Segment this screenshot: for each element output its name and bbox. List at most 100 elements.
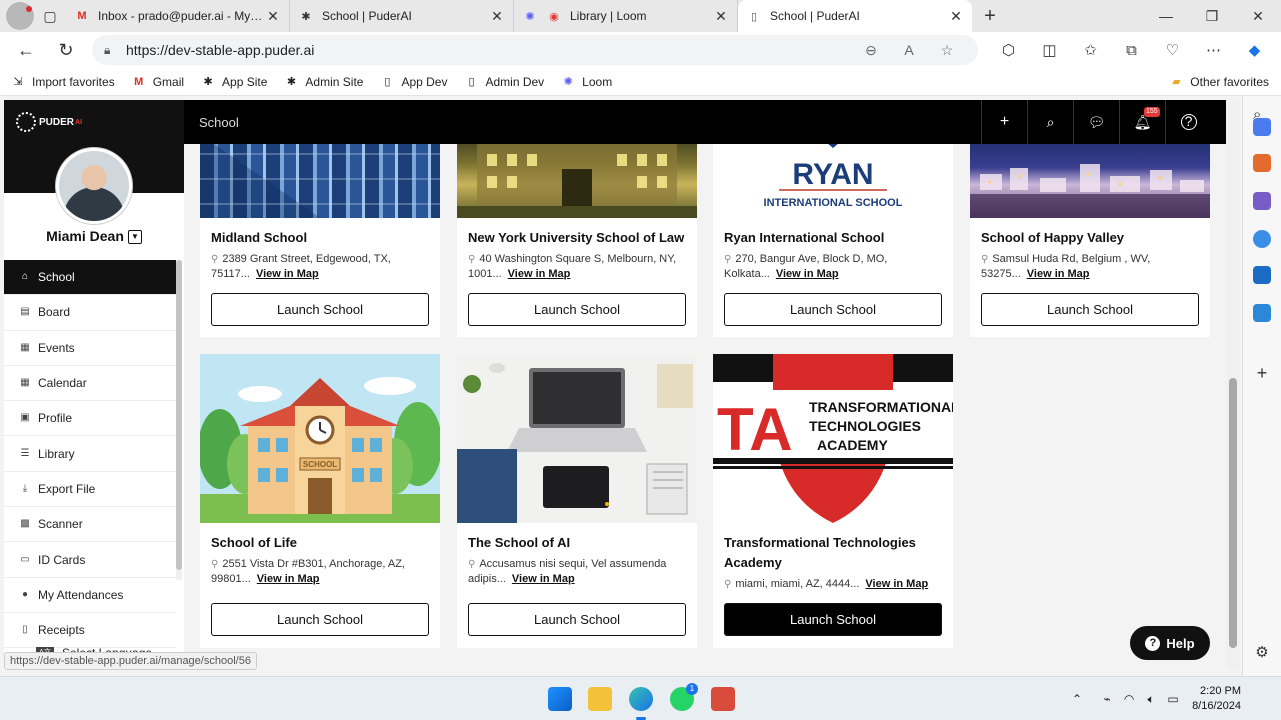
search-button[interactable]: ⌕ bbox=[1027, 100, 1073, 144]
settings-icon[interactable]: ⚙ bbox=[1253, 644, 1271, 662]
snipping-tool-icon[interactable] bbox=[711, 687, 735, 711]
sidebar-scrollbar[interactable] bbox=[176, 260, 182, 580]
url-field[interactable]: 🔒︎ https://dev-stable-app.puder.ai ⊖ A ☆ bbox=[92, 35, 978, 65]
view-in-map-link[interactable]: View in Map bbox=[512, 573, 575, 585]
messages-button[interactable]: 💬︎ bbox=[1073, 100, 1119, 144]
sidebar-item-receipts[interactable]: ▯ Receipts bbox=[4, 613, 176, 649]
launch-school-button[interactable]: Launch School bbox=[724, 293, 942, 326]
favorite-star-icon[interactable]: ☆ bbox=[928, 42, 966, 59]
school-image bbox=[200, 144, 440, 218]
sidebar-item-calendar[interactable]: ▦ Calendar bbox=[4, 366, 176, 402]
copilot-icon[interactable]: ◆ bbox=[1234, 41, 1275, 59]
events-icon: ▦ bbox=[20, 341, 30, 353]
view-in-map-link[interactable]: View in Map bbox=[508, 268, 571, 280]
notifications-button[interactable]: 🔔︎ 155 bbox=[1119, 100, 1165, 144]
floating-help-button[interactable]: ? Help bbox=[1130, 626, 1210, 660]
sidebar-item-id-cards[interactable]: ▭ ID Cards bbox=[4, 542, 176, 578]
network-icon[interactable]: ⌁ bbox=[1096, 692, 1118, 706]
sidebar-item-profile[interactable]: ▣ Profile bbox=[4, 401, 176, 437]
view-in-map-link[interactable]: View in Map bbox=[865, 578, 928, 590]
tab-actions-icon[interactable]: ▢ bbox=[34, 2, 66, 30]
sidebar-scrollbar-thumb[interactable] bbox=[176, 260, 182, 570]
user-name[interactable]: Miami Dean ▼ bbox=[4, 228, 184, 245]
sidebar-item-export-file[interactable]: ⤓ Export File bbox=[4, 472, 176, 508]
close-icon[interactable]: ✕ bbox=[265, 8, 281, 25]
sidebar-item-scanner[interactable]: ▩ Scanner bbox=[4, 507, 176, 543]
launch-school-button[interactable]: Launch School bbox=[468, 293, 686, 326]
header-spacer bbox=[1211, 100, 1226, 144]
sidebar-item-library[interactable]: ☰ Library bbox=[4, 436, 176, 472]
bookmark-gmail[interactable]: M Gmail bbox=[131, 74, 184, 90]
launch-school-button[interactable]: Launch School bbox=[211, 603, 429, 636]
tab-gmail[interactable]: M Inbox - prado@puder.ai - My Life ✕ bbox=[66, 0, 290, 32]
battery-icon[interactable]: ▭ bbox=[1162, 692, 1184, 706]
more-menu-icon[interactable]: ⋯ bbox=[1193, 41, 1234, 59]
new-tab-button[interactable]: + bbox=[972, 5, 1008, 28]
launch-school-button[interactable]: Launch School bbox=[468, 603, 686, 636]
village-night-photo bbox=[970, 164, 1210, 218]
clock[interactable]: 2:20 PM 8/16/2024 bbox=[1192, 684, 1241, 714]
back-icon[interactable]: ← bbox=[6, 40, 46, 61]
edge-icon[interactable] bbox=[629, 687, 653, 711]
split-screen-icon[interactable]: ◫ bbox=[1029, 41, 1070, 59]
restore-icon[interactable]: ❐ bbox=[1189, 8, 1235, 25]
tta-line-2: TECHNOLOGIES bbox=[809, 418, 921, 434]
logo-text: PUDER bbox=[39, 116, 75, 128]
page-scrollbar-thumb[interactable] bbox=[1229, 378, 1237, 648]
bookmark-admin-dev[interactable]: ▯ Admin Dev bbox=[463, 74, 544, 90]
tag-icon[interactable] bbox=[1253, 118, 1271, 136]
close-icon[interactable]: ✕ bbox=[489, 8, 505, 25]
volume-icon[interactable]: 🔈︎ bbox=[1140, 692, 1162, 707]
puderai-logo[interactable]: PUDER AI bbox=[16, 112, 82, 132]
add-button[interactable]: + bbox=[981, 100, 1027, 144]
bookmark-app-dev[interactable]: ▯ App Dev bbox=[379, 74, 447, 90]
outlook-icon[interactable] bbox=[1253, 266, 1271, 284]
bookmark-import-favorites[interactable]: ⇲ Import favorites bbox=[10, 74, 114, 90]
close-icon[interactable]: ✕ bbox=[948, 8, 964, 25]
tab-loom[interactable]: ✺ ◉ Library | Loom ✕ bbox=[514, 0, 738, 32]
bookmark-admin-site[interactable]: ✱ Admin Site bbox=[283, 74, 364, 90]
launch-school-button[interactable]: Launch School bbox=[724, 603, 942, 636]
favorites-icon[interactable]: ✩ bbox=[1070, 41, 1111, 59]
add-icon[interactable]: + bbox=[1253, 364, 1271, 382]
tab-puderai[interactable]: ✱ School | PuderAI ✕ bbox=[290, 0, 514, 32]
extensions-icon[interactable]: ⬡ bbox=[988, 41, 1029, 59]
wifi-icon[interactable]: ◠ bbox=[1118, 692, 1140, 706]
avatar[interactable] bbox=[56, 148, 132, 224]
view-in-map-link[interactable]: View in Map bbox=[1027, 268, 1090, 280]
performance-icon[interactable]: ♡ bbox=[1152, 41, 1193, 59]
location-pin-icon: ⚲ bbox=[211, 254, 219, 265]
refresh-icon[interactable]: ↻ bbox=[46, 40, 86, 61]
collections-icon[interactable]: ⧉ bbox=[1111, 42, 1152, 59]
sidebar-item-school[interactable]: ⌂ School bbox=[4, 260, 176, 296]
briefcase-icon[interactable] bbox=[1253, 154, 1271, 172]
chevron-up-icon[interactable]: ⌃ bbox=[1066, 692, 1088, 706]
copilot-icon[interactable] bbox=[1253, 230, 1271, 248]
close-icon[interactable]: ✕ bbox=[713, 8, 729, 25]
help-button[interactable]: ? bbox=[1165, 100, 1211, 144]
tab-puderai-active[interactable]: ▯ School | PuderAI ✕ bbox=[738, 0, 972, 32]
bookmark-other-favorites[interactable]: ▰ Other favorites bbox=[1168, 74, 1269, 90]
launch-school-button[interactable]: Launch School bbox=[981, 293, 1199, 326]
sidebar-item-board[interactable]: ▤ Board bbox=[4, 295, 176, 331]
send-icon[interactable] bbox=[1253, 304, 1271, 322]
view-in-map-link[interactable]: View in Map bbox=[256, 268, 319, 280]
close-window-icon[interactable]: ✕ bbox=[1235, 8, 1281, 25]
bookmark-loom[interactable]: ✺ Loom bbox=[560, 74, 613, 90]
launch-school-button[interactable]: Launch School bbox=[211, 293, 429, 326]
page-scrollbar[interactable] bbox=[1226, 100, 1240, 670]
sidebar-item-my-attendances[interactable]: ● My Attendances bbox=[4, 578, 176, 613]
view-in-map-link[interactable]: View in Map bbox=[776, 268, 839, 280]
read-aloud-icon[interactable]: A bbox=[890, 42, 928, 58]
file-explorer-icon[interactable] bbox=[588, 687, 612, 711]
start-icon[interactable] bbox=[548, 687, 572, 711]
location-pin-icon: ⚲ bbox=[981, 254, 989, 265]
browser-profile-avatar[interactable] bbox=[6, 2, 34, 30]
chevron-down-icon[interactable]: ▼ bbox=[127, 230, 142, 245]
minimize-icon[interactable]: — bbox=[1143, 8, 1189, 25]
games-icon[interactable] bbox=[1253, 192, 1271, 210]
bookmark-app-site[interactable]: ✱ App Site bbox=[200, 74, 267, 90]
view-in-map-link[interactable]: View in Map bbox=[257, 573, 320, 585]
sidebar-item-events[interactable]: ▦ Events bbox=[4, 331, 176, 366]
zoom-icon[interactable]: ⊖ bbox=[852, 42, 890, 59]
